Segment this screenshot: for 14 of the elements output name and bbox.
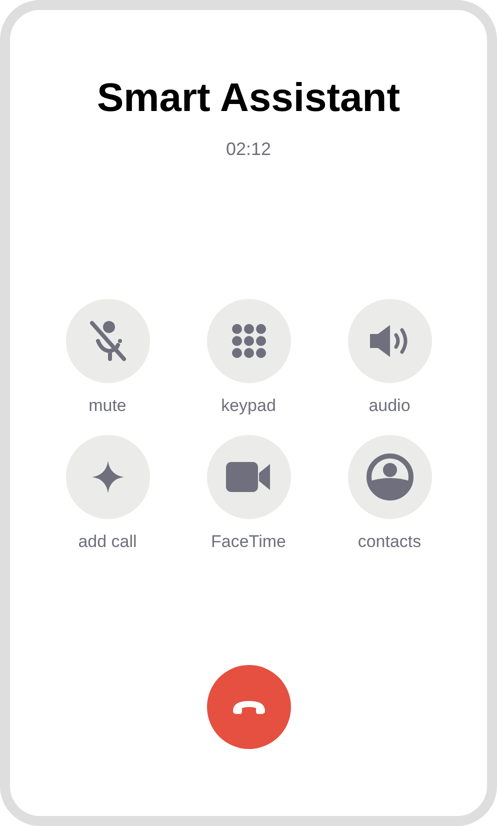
control-label: FaceTime [211, 531, 286, 553]
keypad-icon [230, 323, 266, 359]
sparkle-icon [90, 460, 124, 494]
control-label: mute [88, 395, 126, 417]
phone-hang-up-icon [230, 699, 266, 715]
call-duration: 02:12 [226, 138, 272, 160]
control-label: add call [78, 531, 137, 553]
control-label: audio [368, 395, 410, 417]
muted-microphone-icon [88, 319, 128, 363]
video-camera-icon [226, 462, 272, 492]
person-circle-icon [366, 453, 414, 501]
control-label: contacts [358, 531, 422, 553]
control-label: keypad [221, 395, 276, 417]
caller-name: Smart Assistant [96, 75, 400, 122]
